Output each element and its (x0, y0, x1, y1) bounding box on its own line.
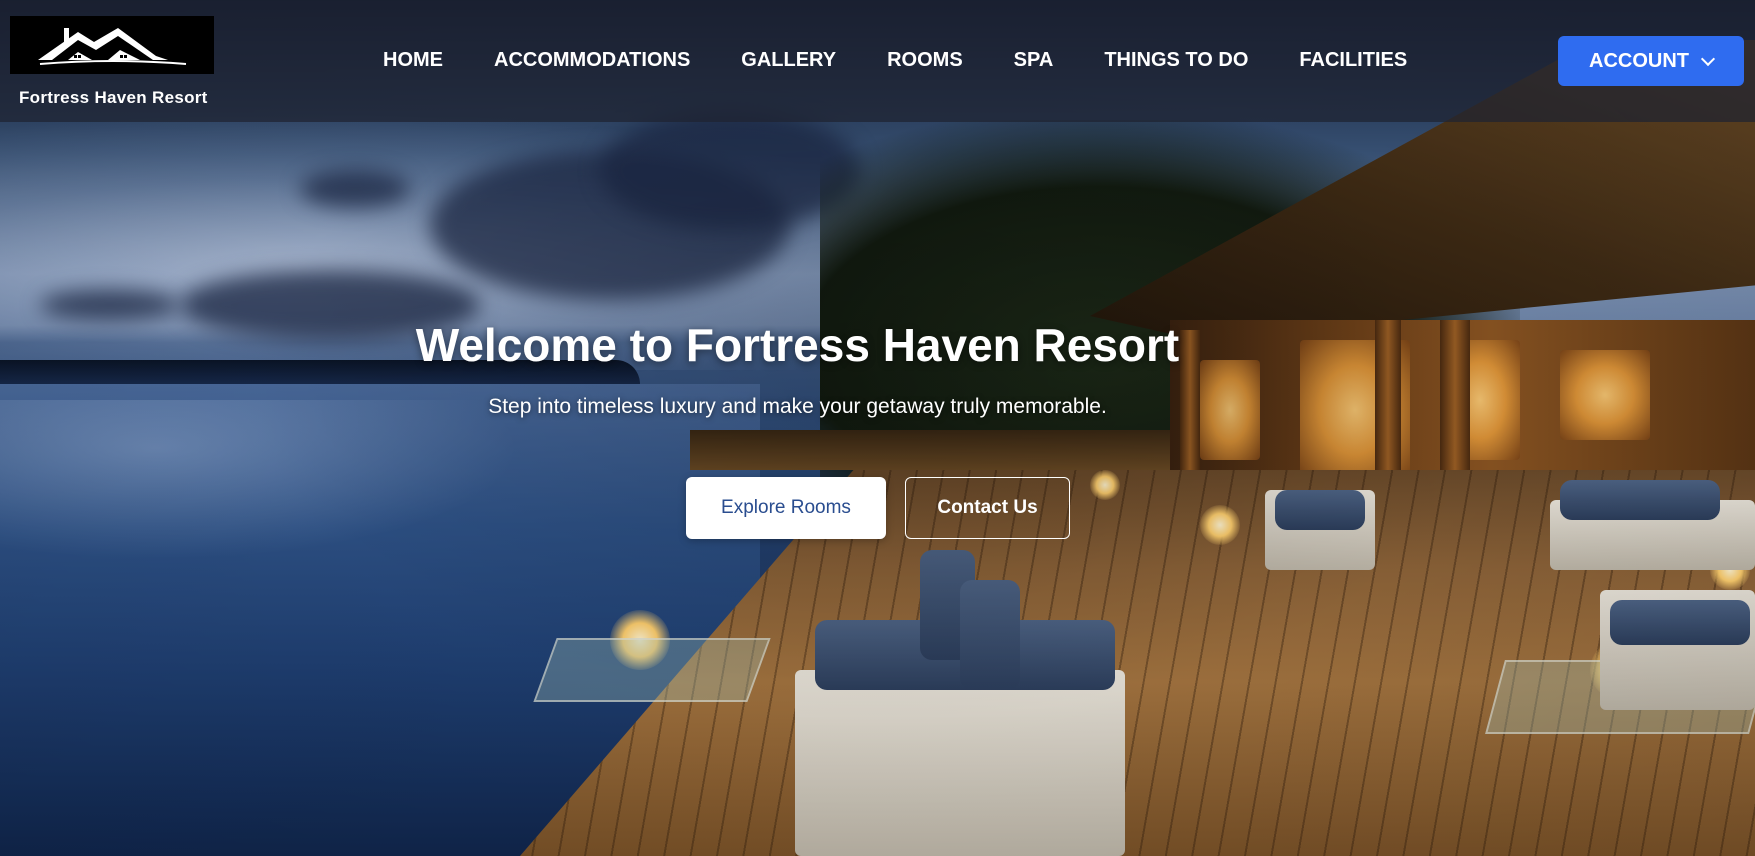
nav-item-spa[interactable]: SPA (1014, 49, 1054, 72)
brand-name[interactable]: Fortress Haven Resort (19, 88, 215, 108)
account-button-label: ACCOUNT (1589, 49, 1689, 72)
nav-item-rooms[interactable]: ROOMS (887, 49, 963, 72)
nav-item-things-to-do[interactable]: THINGS TO DO (1104, 49, 1248, 72)
hero-background-image (0, 0, 1755, 856)
nav-item-gallery[interactable]: GALLERY (741, 49, 836, 72)
hero-title-text: Welcome to Fortress Haven Resort (415, 319, 1180, 371)
house-roof-logo-icon[interactable] (10, 16, 214, 74)
nav-item-accommodations[interactable]: ACCOMMODATIONS (494, 49, 690, 72)
page: Fortress Haven Resort HOME ACCOMMODATION… (0, 0, 1755, 856)
contact-us-button[interactable]: Contact Us (905, 477, 1070, 539)
brand[interactable]: Fortress Haven Resort (10, 16, 215, 108)
hero-title: Welcome to Fortress Haven Resort (0, 318, 1755, 372)
nav-item-home[interactable]: HOME (383, 49, 443, 72)
nav-item-facilities[interactable]: FACILITIES (1299, 49, 1407, 72)
account-button[interactable]: ACCOUNT (1558, 36, 1744, 86)
hero-subtitle-text: Step into timeless luxury and make your … (488, 395, 1107, 418)
explore-rooms-button[interactable]: Explore Rooms (686, 477, 886, 539)
main-nav: HOME ACCOMMODATIONS GALLERY ROOMS SPA TH… (383, 49, 1407, 72)
hero-subtitle: Step into timeless luxury and make your … (0, 395, 1755, 419)
site-header: Fortress Haven Resort HOME ACCOMMODATION… (0, 0, 1755, 122)
chevron-down-icon (1700, 51, 1716, 67)
